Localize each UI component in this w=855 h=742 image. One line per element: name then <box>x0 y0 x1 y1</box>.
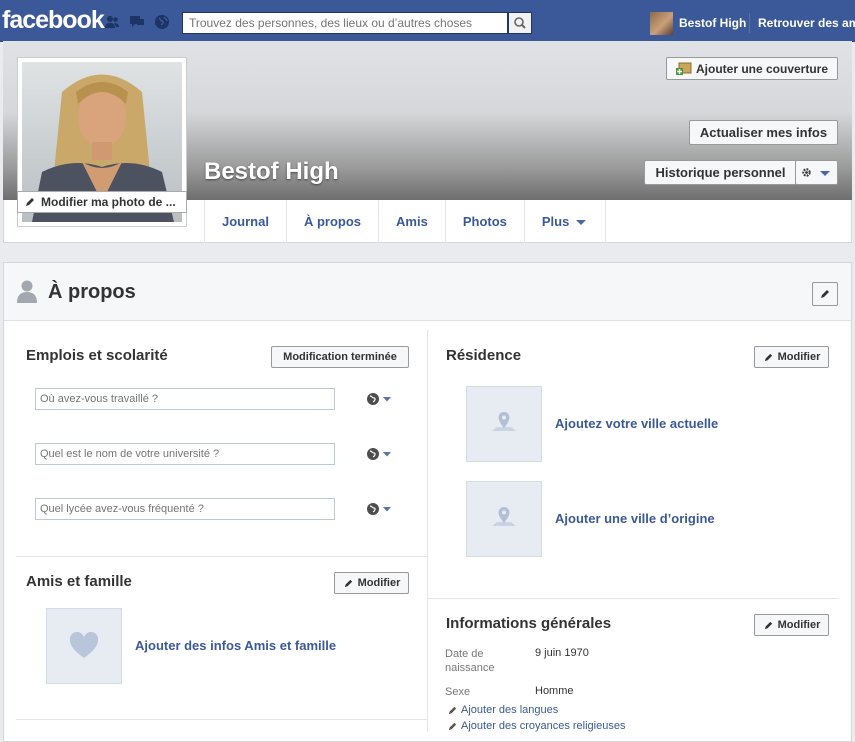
add-family-link[interactable]: Ajouter des infos Amis et famille <box>135 638 336 653</box>
topbar-divider <box>749 13 750 33</box>
workplace-input[interactable] <box>35 388 335 410</box>
pencil-icon <box>344 579 352 587</box>
pencil-icon <box>448 722 457 730</box>
current-city-placeholder[interactable] <box>466 386 542 462</box>
user-avatar[interactable] <box>650 12 673 35</box>
general-edit-button[interactable]: Modifier <box>754 614 829 636</box>
settings-dropdown-button[interactable] <box>795 160 838 185</box>
person-icon <box>17 280 37 303</box>
add-religion-label: Ajouter des croyances religieuses <box>461 720 626 732</box>
hometown-placeholder[interactable] <box>466 481 542 557</box>
add-photo-icon <box>675 62 692 75</box>
notifications-globe-icon[interactable] <box>154 14 170 30</box>
profile-name: Bestof High <box>204 158 339 185</box>
add-cover-label: Ajouter une couverture <box>695 61 829 76</box>
about-edit-button[interactable] <box>812 282 838 306</box>
birth-date-value: 9 juin 1970 <box>535 647 589 659</box>
section-divider <box>428 598 839 599</box>
tab-photos[interactable]: Photos <box>444 200 524 243</box>
profile-tabs: Journal À propos Amis Photos Plus <box>204 200 607 243</box>
tab-more[interactable]: Plus <box>523 200 607 243</box>
family-edit-label: Modifier <box>357 577 401 589</box>
section-divider <box>16 556 427 557</box>
done-editing-button[interactable]: Modification terminée <box>271 346 409 368</box>
high-school-input[interactable] <box>35 498 335 520</box>
pencil-icon <box>26 198 34 206</box>
residence-edit-button[interactable]: Modifier <box>754 346 829 368</box>
tab-about[interactable]: À propos <box>285 200 378 243</box>
chevron-down-icon <box>820 170 830 176</box>
pencil-icon <box>764 621 772 629</box>
add-hometown-link[interactable]: Ajouter une ville d’origine <box>555 511 715 526</box>
privacy-globe-icon[interactable] <box>366 447 394 461</box>
residence-edit-label: Modifier <box>777 351 821 363</box>
edit-photo-label: Modifier ma photo de ... <box>41 195 176 209</box>
friend-requests-icon[interactable] <box>104 14 120 30</box>
about-title: À propos <box>48 281 136 303</box>
tab-more-label: Plus <box>541 214 570 229</box>
messages-icon[interactable] <box>129 14 145 30</box>
facebook-logo[interactable]: facebook <box>2 6 105 35</box>
privacy-globe-icon[interactable] <box>366 392 394 406</box>
update-info-button[interactable]: Actualiser mes infos <box>689 120 838 145</box>
sex-label: Sexe <box>445 686 471 698</box>
add-current-city-link[interactable]: Ajoutez votre ville actuelle <box>555 416 718 431</box>
activity-log-button[interactable]: Historique personnel <box>644 160 796 185</box>
work-education-title: Emplois et scolarité <box>26 347 168 364</box>
gear-icon <box>802 168 811 177</box>
university-input[interactable] <box>35 443 335 465</box>
user-name-link[interactable]: Bestof High <box>679 16 746 30</box>
column-divider <box>427 330 428 732</box>
pencil-icon <box>448 706 457 714</box>
general-info-title: Informations générales <box>446 615 612 632</box>
search-icon <box>514 17 526 29</box>
pencil-icon <box>764 353 772 361</box>
family-edit-button[interactable]: Modifier <box>334 572 409 594</box>
birth-date-label: Date de naissance <box>445 648 495 674</box>
sex-value: Homme <box>535 685 574 697</box>
tab-journal[interactable]: Journal <box>204 200 286 243</box>
chevron-down-icon <box>576 219 587 225</box>
add-cover-button[interactable]: Ajouter une couverture <box>666 57 838 80</box>
general-edit-label: Modifier <box>777 619 821 631</box>
friends-family-title: Amis et famille <box>26 573 132 590</box>
section-divider <box>16 719 427 720</box>
heart-icon <box>69 632 99 658</box>
find-friends-link[interactable]: Retrouver des amis <box>758 16 855 30</box>
search-input[interactable] <box>182 12 508 34</box>
map-pin-icon <box>492 412 516 431</box>
pencil-icon <box>821 290 829 298</box>
add-religion-link[interactable]: Ajouter des croyances religieuses <box>447 720 625 732</box>
add-languages-link[interactable]: Ajouter des langues <box>447 704 558 716</box>
privacy-globe-icon[interactable] <box>366 502 394 516</box>
search-button[interactable] <box>508 12 532 34</box>
family-placeholder[interactable] <box>46 608 122 684</box>
add-languages-label: Ajouter des langues <box>461 704 559 716</box>
residence-title: Résidence <box>446 347 522 364</box>
map-pin-icon <box>492 507 516 526</box>
tab-friends[interactable]: Amis <box>378 200 445 243</box>
edit-profile-photo-button[interactable]: Modifier ma photo de ... <box>17 191 187 213</box>
